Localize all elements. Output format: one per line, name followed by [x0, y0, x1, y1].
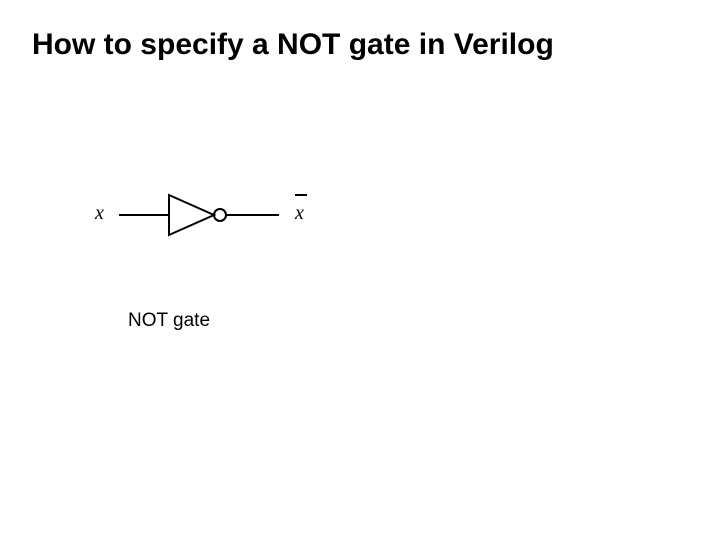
output-signal-label: x	[295, 202, 304, 225]
gate-caption: NOT gate	[128, 310, 210, 332]
page-title: How to specify a NOT gate in Verilog	[32, 28, 554, 62]
not-gate-icon	[119, 190, 289, 240]
input-signal-label: x	[95, 202, 104, 225]
not-gate-diagram: x x	[95, 180, 395, 260]
output-overbar	[295, 194, 307, 196]
